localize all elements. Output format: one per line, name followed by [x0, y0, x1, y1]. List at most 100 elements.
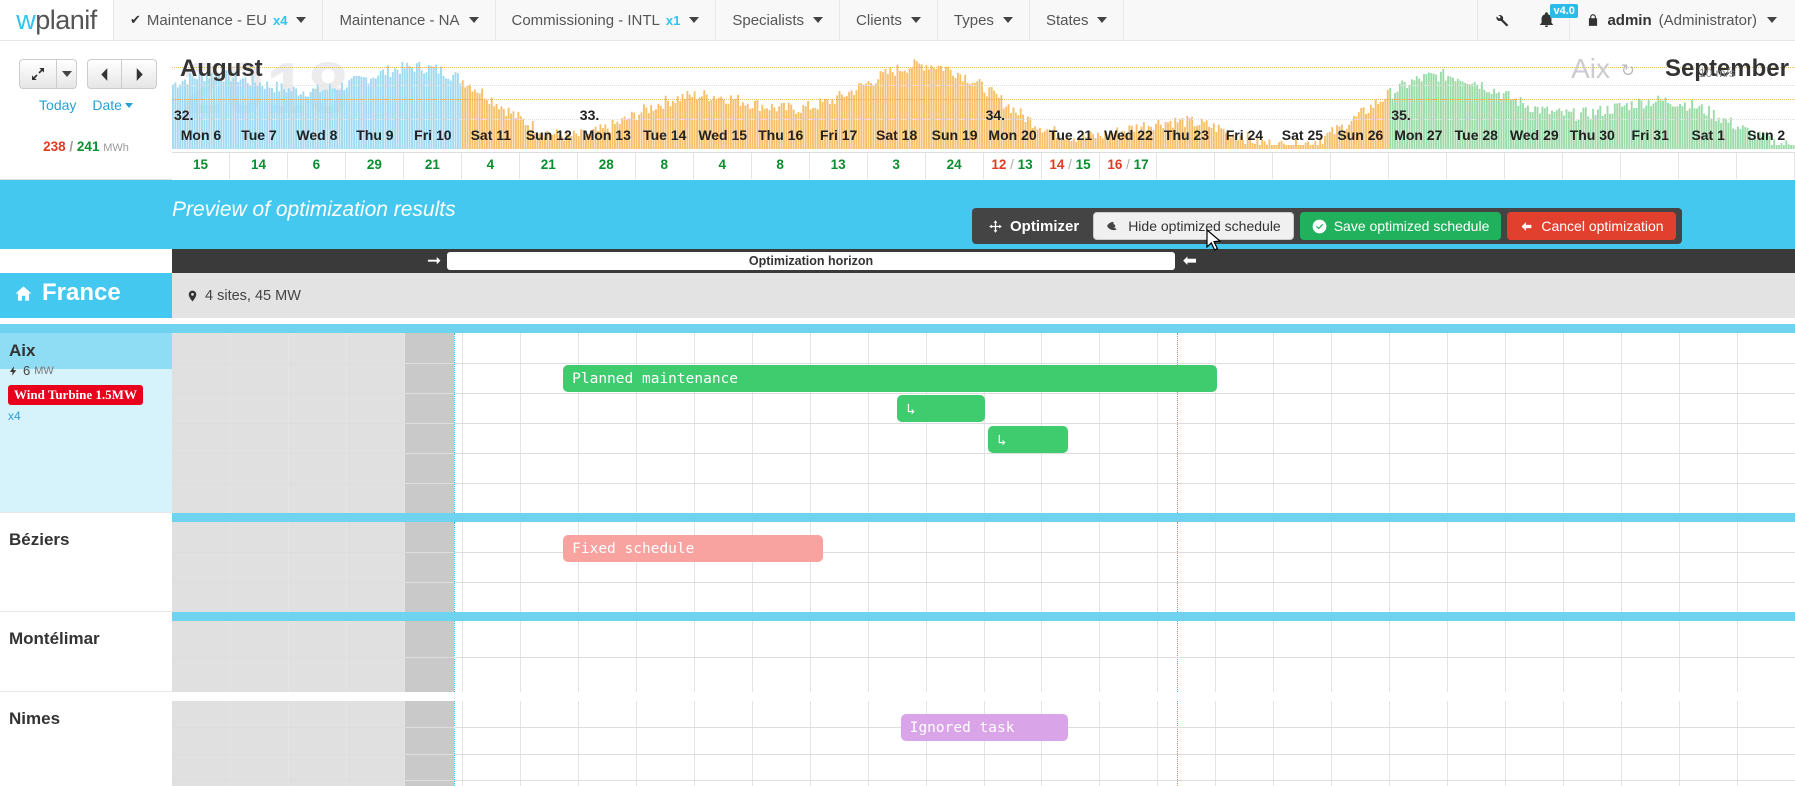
forecast-gridline [172, 119, 1795, 120]
today-link[interactable]: Today [39, 97, 76, 113]
zoom-button-group [19, 59, 77, 89]
nav-items: ✔Maintenance - EUx4Maintenance - NACommi… [114, 0, 1124, 40]
day-header-cell[interactable]: Sat 11 [462, 127, 520, 149]
day-header-cell[interactable]: Fri 17 [810, 127, 868, 149]
gantt-task-bar[interactable]: Fixed schedule [563, 535, 823, 562]
fit-zoom-button[interactable] [19, 59, 57, 89]
forecast-threshold-line [172, 99, 1795, 100]
day-header-cell[interactable]: Tue 7 [230, 127, 288, 149]
nav-item-maintenance-na[interactable]: Maintenance - NA [323, 0, 495, 40]
day-value: 21 [425, 157, 440, 172]
wrench-icon[interactable] [1478, 0, 1524, 40]
day-value-cell [1389, 153, 1447, 179]
day-label: Wed 22 [1104, 127, 1153, 143]
day-header-cell[interactable]: Fri 10 [404, 127, 462, 149]
next-period-button[interactable] [122, 59, 157, 89]
nav-item-maintenance-eu[interactable]: ✔Maintenance - EUx4 [114, 0, 323, 40]
day-header-cell[interactable]: Sun 12 [520, 127, 578, 149]
day-header-cell[interactable]: Tue 14 [636, 127, 694, 149]
day-header-cell[interactable]: Sat 1 [1679, 127, 1737, 149]
nav-item-specialists[interactable]: Specialists [716, 0, 840, 40]
horizon-range[interactable]: Optimization horizon [447, 252, 1175, 270]
optimizer-toolbar: Optimizer Hide optimized schedule Save o… [972, 208, 1682, 244]
grid-column [1563, 701, 1564, 786]
site-side-panel[interactable]: Montélimar [0, 621, 172, 692]
cancel-optimization-label: Cancel optimization [1541, 218, 1663, 234]
energy-summary: 238 / 241 MWh [0, 139, 172, 154]
day-header-cell[interactable]: Wed 22 [1100, 127, 1158, 149]
grid-column [1447, 701, 1448, 786]
nav-item-commissioning-intl[interactable]: Commissioning - INTLx1 [496, 0, 717, 40]
day-header-cell[interactable]: Tue 28 [1447, 127, 1505, 149]
site-side-panel[interactable]: Nimes [0, 701, 172, 786]
task-link-icon: ↳ [997, 431, 1006, 449]
day-header-cell[interactable]: Thu 9 [346, 127, 404, 149]
notifications-bell-icon[interactable]: v4.0 [1524, 0, 1569, 40]
day-header-cell[interactable]: Fri 24 [1215, 127, 1273, 149]
site-power: 6MW [8, 363, 54, 378]
day-value-cell: 16 / 17 [1100, 153, 1158, 179]
day-header-cell[interactable]: Sat 18 [868, 127, 926, 149]
day-header-cell[interactable]: Thu 23 [1157, 127, 1215, 149]
date-picker-link[interactable]: Date [92, 97, 133, 113]
brand-logo[interactable]: wplanif [0, 0, 114, 40]
day-header-cell[interactable]: Wed 29 [1505, 127, 1563, 149]
day-header-cell[interactable]: 34.Mon 20 [984, 127, 1042, 149]
gantt-task-bar[interactable]: ↳ [988, 426, 1068, 453]
day-label: Tue 14 [643, 127, 686, 143]
previous-period-button[interactable] [87, 59, 122, 89]
timeline-scale[interactable]: 2018 August September Aix ↻ 10 m/s 32.Mo… [172, 41, 1795, 180]
gantt-task-bar[interactable]: Planned maintenance [563, 365, 1217, 392]
zoom-dropdown-button[interactable] [57, 59, 77, 89]
gantt-task-bar[interactable]: ↳ [897, 395, 985, 422]
region-summary-side[interactable]: France [0, 273, 172, 318]
horizon-label: Optimization horizon [749, 254, 873, 268]
day-header-cell[interactable]: Fri 31 [1621, 127, 1679, 149]
site-grid[interactable]: Fixed schedule [172, 522, 1795, 612]
site-side-panel[interactable]: Béziers [0, 522, 172, 612]
site-capability-badge[interactable]: Wind Turbine 1.5MW [8, 385, 143, 405]
day-header-cell[interactable]: Sun 26 [1331, 127, 1389, 149]
day-header-cell[interactable]: 32.Mon 6 [172, 127, 230, 149]
refresh-weather-icon[interactable]: ↻ [1621, 61, 1635, 81]
save-optimized-schedule-button[interactable]: Save optimized schedule [1300, 212, 1502, 240]
site-grid[interactable] [172, 621, 1795, 692]
day-header-cell[interactable]: Tue 21 [1042, 127, 1100, 149]
save-optimized-schedule-label: Save optimized schedule [1334, 218, 1490, 234]
user-menu[interactable]: admin (Administrator) [1569, 0, 1795, 40]
nav-item-states[interactable]: States [1030, 0, 1125, 40]
grid-column [1389, 701, 1390, 786]
site-grid[interactable]: Ignored task [172, 701, 1795, 786]
day-header-cell[interactable]: Thu 30 [1563, 127, 1621, 149]
day-header-cell[interactable]: Wed 8 [288, 127, 346, 149]
day-header-cell[interactable]: Sun 19 [926, 127, 984, 149]
gantt-task-bar[interactable]: Ignored task [901, 714, 1068, 741]
nav-item-types[interactable]: Types [938, 0, 1030, 40]
day-value-cell [1273, 153, 1331, 179]
day-value-cell: 8 [752, 153, 810, 179]
day-label: Tue 28 [1455, 127, 1498, 143]
horizon-arrow-right-icon[interactable]: ⬅ [1183, 251, 1197, 271]
day-label: Mon 20 [988, 127, 1036, 143]
horizon-end-marker [1177, 701, 1178, 786]
day-header-cell[interactable]: 33.Mon 13 [578, 127, 636, 149]
nav-item-clients[interactable]: Clients [840, 0, 938, 40]
day-header-cell[interactable]: Thu 16 [752, 127, 810, 149]
day-header-cell[interactable]: Wed 15 [694, 127, 752, 149]
site-grid[interactable]: Planned maintenance ↳ ↳ [172, 333, 1795, 513]
day-value-cell: 21 [404, 153, 462, 179]
hide-optimized-schedule-button[interactable]: Hide optimized schedule [1093, 212, 1294, 240]
grid-column [462, 701, 463, 786]
grid-rowline [172, 393, 1795, 394]
day-header-cell[interactable]: Sat 25 [1273, 127, 1331, 149]
day-header-cell[interactable]: 35.Mon 27 [1389, 127, 1447, 149]
day-label: Sat 11 [471, 127, 511, 143]
grid-column [578, 701, 579, 786]
day-header-cell[interactable]: Sun 2 [1737, 127, 1795, 149]
brand-rest: planif [35, 5, 97, 35]
cancel-optimization-button[interactable]: Cancel optimization [1507, 212, 1675, 240]
horizon-arrow-left-icon[interactable]: ➞ [427, 251, 441, 271]
site-side-panel[interactable]: Aix6MWWind Turbine 1.5MWx4 [0, 333, 172, 513]
site-separator-band [0, 513, 1795, 522]
energy-unit: MWh [103, 142, 129, 154]
